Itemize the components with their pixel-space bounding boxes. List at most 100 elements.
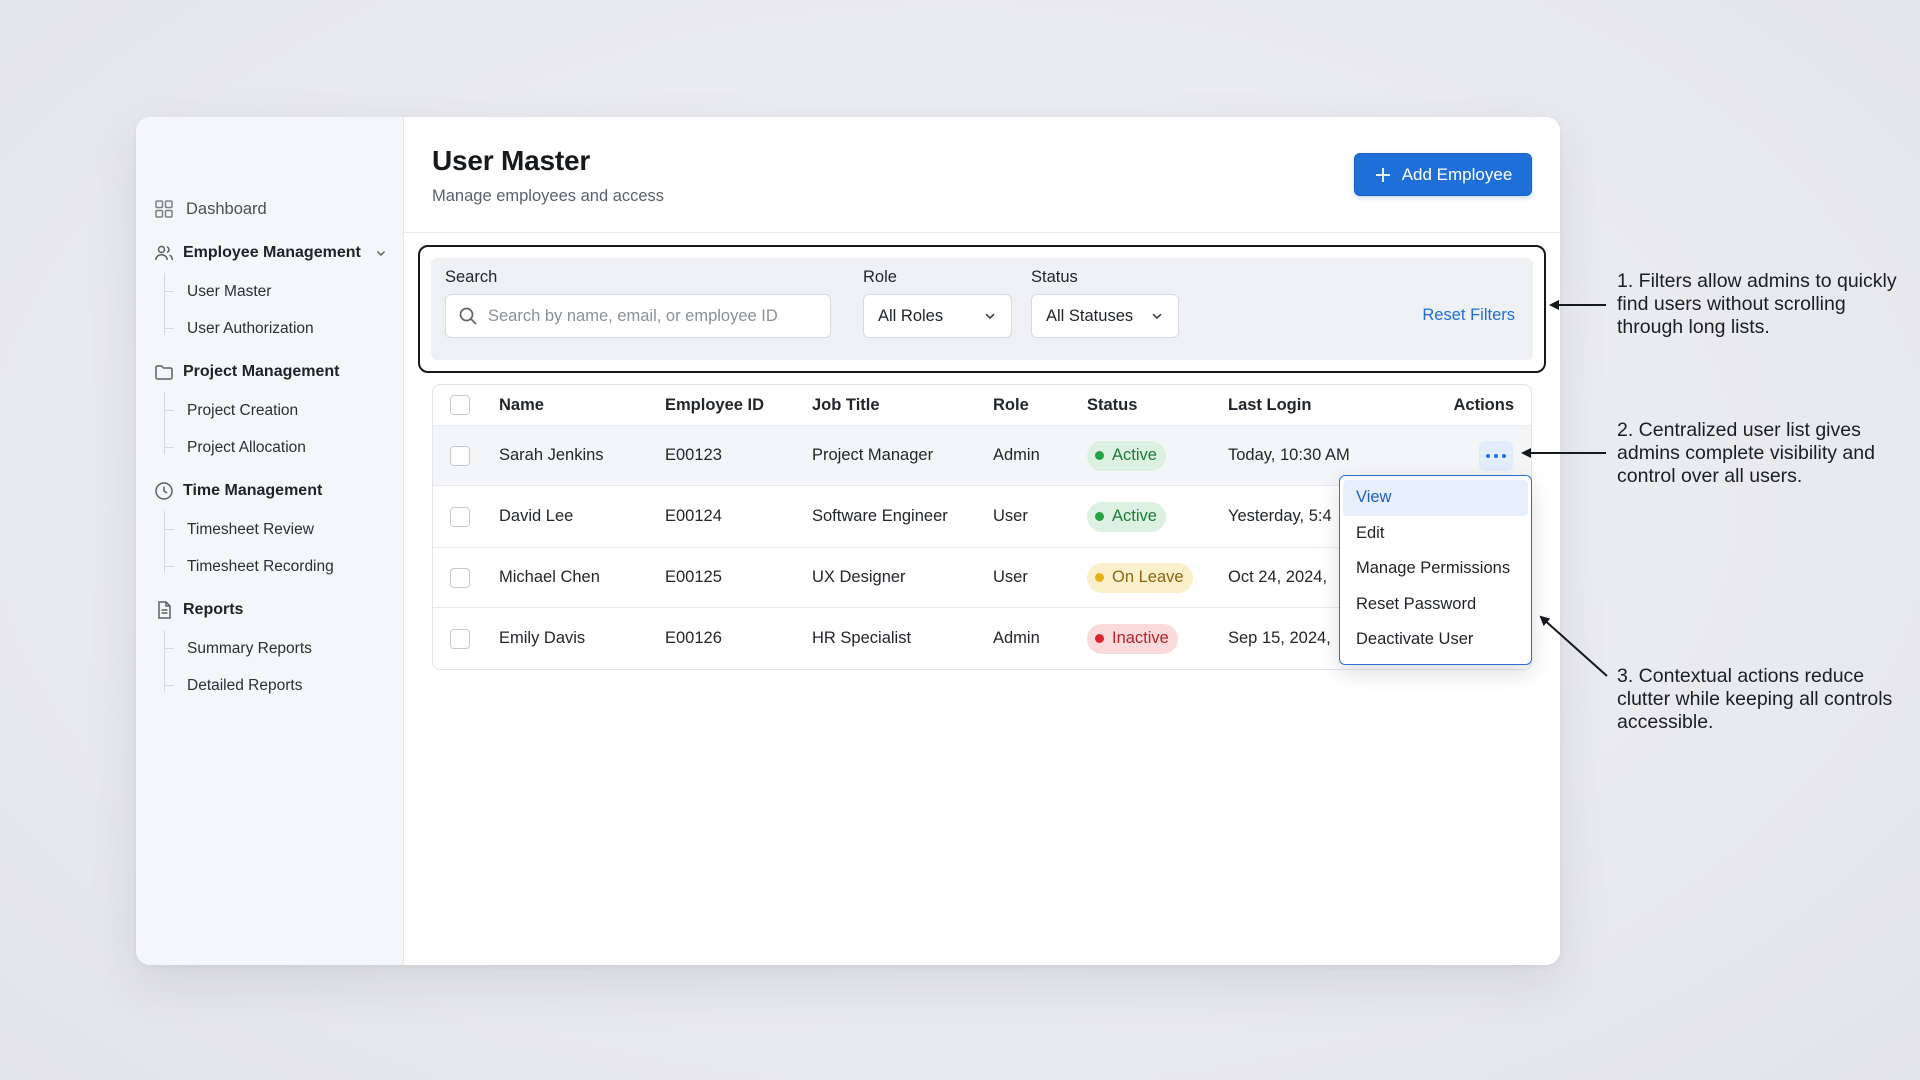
row-checkbox[interactable]	[450, 506, 470, 527]
status-dot	[1095, 512, 1104, 521]
sidebar: Dashboard Employee Management User Maste…	[136, 117, 404, 965]
cell-name: Sarah Jenkins	[499, 446, 604, 464]
status-dot	[1095, 451, 1104, 460]
filter-bar: Search Role All Roles Status All Sta	[431, 258, 1533, 360]
sidebar-group-header[interactable]: Time Management	[154, 479, 403, 503]
cell-employee-id: E00126	[665, 629, 722, 647]
cell-job-title: Project Manager	[812, 446, 934, 464]
sidebar-item-timesheet-recording[interactable]: Timesheet Recording	[164, 548, 403, 585]
status-label: Status	[1031, 268, 1078, 286]
sidebar-group-label: Project Management	[183, 363, 340, 380]
cell-job-title: Software Engineer	[812, 507, 948, 525]
cell-employee-id: E00123	[665, 446, 722, 464]
row-checkbox[interactable]	[450, 567, 470, 588]
status-select-value: All Statuses	[1046, 306, 1134, 325]
row-checkbox[interactable]	[450, 445, 470, 466]
document-icon	[154, 600, 174, 620]
search-input[interactable]	[488, 306, 818, 326]
filter-highlight-frame: Search Role All Roles Status All Sta	[418, 245, 1546, 373]
table-header-row: Name Employee ID Job Title Role Status L…	[433, 385, 1531, 425]
sidebar-group-header[interactable]: Project Management	[154, 360, 403, 384]
role-select-value: All Roles	[878, 306, 944, 325]
cell-name: Michael Chen	[499, 568, 600, 586]
chevron-down-icon[interactable]	[375, 247, 387, 259]
sidebar-sublist: Project Creation Project Allocation	[164, 392, 403, 466]
sidebar-group-label: Employee Management	[183, 244, 361, 261]
add-employee-button[interactable]: Add Employee	[1354, 153, 1532, 196]
more-dot	[1502, 453, 1506, 458]
sidebar-item-timesheet-review[interactable]: Timesheet Review	[164, 511, 403, 548]
cell-last-login: Today, 10:30 AM	[1228, 446, 1350, 464]
role-select[interactable]: All Roles	[863, 294, 1012, 338]
role-label: Role	[863, 268, 897, 286]
sidebar-item-dashboard[interactable]: Dashboard	[154, 197, 403, 221]
sidebar-sublist: Timesheet Review Timesheet Recording	[164, 511, 403, 585]
status-badge: Active	[1087, 440, 1166, 471]
status-text: On Leave	[1112, 568, 1184, 586]
menu-item-reset-password[interactable]: Reset Password	[1343, 587, 1528, 623]
sidebar-group-header[interactable]: Employee Management	[154, 241, 403, 265]
sidebar-group-project-management: Project Management Project Creation Proj…	[136, 360, 403, 466]
select-all-checkbox[interactable]	[450, 395, 470, 415]
cell-job-title: UX Designer	[812, 568, 906, 586]
menu-item-view[interactable]: View	[1343, 480, 1528, 516]
chevron-down-icon	[983, 309, 997, 323]
cell-employee-id: E00124	[665, 507, 722, 525]
sidebar-sublist: User Master User Authorization	[164, 273, 403, 347]
status-text: Inactive	[1112, 629, 1169, 647]
menu-item-edit[interactable]: Edit	[1343, 516, 1528, 552]
sidebar-item-project-creation[interactable]: Project Creation	[164, 392, 403, 429]
cell-employee-id: E00125	[665, 568, 722, 586]
search-label: Search	[445, 268, 498, 286]
row-checkbox[interactable]	[450, 628, 470, 649]
sidebar-group-reports: Reports Summary Reports Detailed Reports	[136, 598, 403, 704]
status-text: Active	[1112, 507, 1157, 525]
search-field[interactable]	[445, 294, 831, 338]
status-badge: Inactive	[1087, 623, 1178, 654]
actions-dropdown-menu: View Edit Manage Permissions Reset Passw…	[1339, 475, 1532, 665]
cell-job-title: HR Specialist	[812, 629, 912, 647]
search-icon	[458, 306, 478, 326]
cell-last-login: Oct 24, 2024,	[1228, 568, 1328, 586]
column-header-role[interactable]: Role	[993, 396, 1029, 415]
sidebar-group-header[interactable]: Reports	[154, 598, 403, 622]
annotation-contextual-actions: 3. Contextual actions reduce clutter whi…	[1617, 665, 1893, 733]
plus-icon	[1374, 166, 1392, 184]
column-header-name[interactable]: Name	[499, 396, 544, 415]
page-header: User Master Manage employees and access …	[404, 117, 1560, 233]
column-header-actions: Actions	[1453, 395, 1514, 414]
users-icon	[154, 243, 174, 263]
sidebar-group-label: Time Management	[183, 482, 323, 499]
cell-role: User	[993, 568, 1028, 586]
status-text: Active	[1112, 446, 1157, 464]
cell-last-login: Sep 15, 2024,	[1228, 629, 1331, 647]
annotation-filters: 1. Filters allow admins to quickly find …	[1617, 270, 1897, 338]
sidebar-item-project-allocation[interactable]: Project Allocation	[164, 429, 403, 466]
menu-item-deactivate-user[interactable]: Deactivate User	[1343, 622, 1528, 658]
column-header-employee-id[interactable]: Employee ID	[665, 396, 764, 415]
status-badge: Active	[1087, 501, 1166, 532]
sidebar-item-label: Dashboard	[186, 199, 267, 218]
sidebar-item-detailed-reports[interactable]: Detailed Reports	[164, 667, 403, 704]
column-header-last-login[interactable]: Last Login	[1228, 396, 1311, 415]
sidebar-item-summary-reports[interactable]: Summary Reports	[164, 630, 403, 667]
sidebar-item-user-authorization[interactable]: User Authorization	[164, 310, 403, 347]
cell-last-login: Yesterday, 5:4	[1228, 507, 1332, 525]
reset-filters-link[interactable]: Reset Filters	[1422, 306, 1515, 325]
status-badge: On Leave	[1087, 562, 1193, 593]
status-select[interactable]: All Statuses	[1031, 294, 1179, 338]
cell-role: Admin	[993, 446, 1040, 464]
column-header-status[interactable]: Status	[1087, 396, 1137, 415]
annotation-user-list: 2. Centralized user list gives admins co…	[1617, 419, 1875, 487]
add-employee-label: Add Employee	[1401, 164, 1513, 184]
menu-item-manage-permissions[interactable]: Manage Permissions	[1343, 551, 1528, 587]
cell-role: Admin	[993, 629, 1040, 647]
column-header-job-title[interactable]: Job Title	[812, 396, 880, 415]
sidebar-group-label: Reports	[183, 601, 244, 618]
status-dot	[1095, 573, 1104, 582]
status-dot	[1095, 634, 1104, 643]
more-actions-button[interactable]	[1479, 440, 1513, 471]
sidebar-group-time-management: Time Management Timesheet Review Timeshe…	[136, 479, 403, 585]
more-dot	[1494, 453, 1498, 458]
sidebar-item-user-master[interactable]: User Master	[164, 273, 403, 310]
